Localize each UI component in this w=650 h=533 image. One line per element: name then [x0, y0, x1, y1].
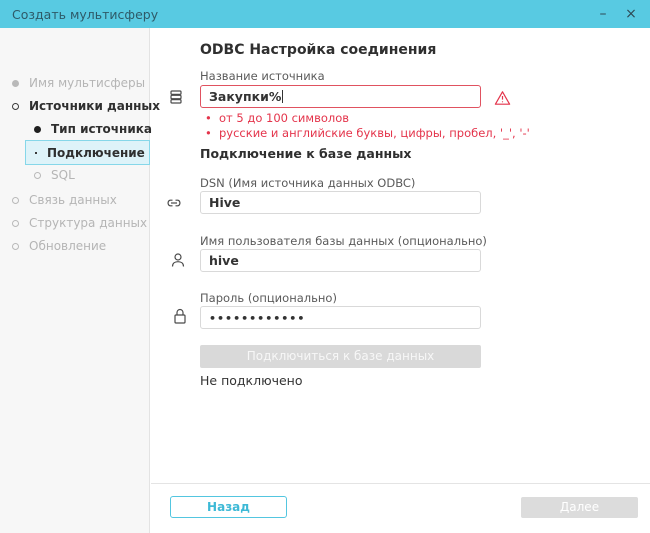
dsn-label: DSN (Имя источника данных ODBC) [200, 176, 415, 190]
validation-error-item: •от 5 до 100 символов [205, 111, 530, 126]
connection-status: Не подключено [200, 373, 302, 388]
sidebar-item-update[interactable]: Обновление [12, 238, 106, 254]
sidebar-item-sql[interactable]: SQL [34, 167, 75, 183]
sidebar-item-data-sources[interactable]: Источники данных [12, 98, 160, 114]
sidebar-item-label: Источники данных [29, 99, 160, 113]
window-title: Создать мультисферу [12, 7, 158, 22]
db-section-heading: Подключение к базе данных [200, 146, 411, 161]
minimize-icon[interactable]: – [592, 3, 614, 25]
wizard-steps-sidebar: Имя мультисферы Источники данных Тип ист… [0, 28, 150, 533]
back-button[interactable]: Назад [170, 496, 287, 518]
link-icon [164, 193, 184, 213]
sidebar-item-multisphere-name[interactable]: Имя мультисферы [12, 75, 145, 91]
validation-error-item: •русские и английские буквы, цифры, проб… [205, 126, 530, 141]
step-bullet-icon [12, 243, 19, 250]
user-icon [168, 250, 188, 270]
password-label: Пароль (опционально) [200, 291, 337, 305]
source-name-input[interactable]: Закупки% [200, 85, 481, 108]
step-bullet-icon [12, 80, 19, 87]
step-bullet-icon [12, 197, 19, 204]
password-value: •••••••••••• [209, 312, 305, 325]
sidebar-item-label: Подключение [47, 146, 145, 160]
sidebar-item-data-link[interactable]: Связь данных [12, 192, 117, 208]
footer-divider [151, 483, 650, 484]
db-stack-icon [166, 87, 186, 107]
step-bullet-icon [12, 220, 19, 227]
sidebar-item-label: Обновление [29, 239, 106, 253]
titlebar: Создать мультисферу – × [0, 0, 650, 28]
password-input[interactable]: •••••••••••• [200, 306, 481, 329]
dsn-value: Hive [209, 195, 240, 210]
source-name-value: Закупки% [209, 89, 281, 104]
validation-errors: •от 5 до 100 символов •русские и английс… [205, 111, 530, 141]
username-input[interactable]: hive [200, 249, 481, 272]
sidebar-item-label: Тип источника [51, 122, 152, 136]
lock-icon [170, 306, 190, 326]
step-bullet-icon [35, 152, 37, 154]
close-icon[interactable]: × [620, 3, 642, 25]
sidebar-item-data-structure[interactable]: Структура данных [12, 215, 147, 231]
step-bullet-icon [12, 103, 19, 110]
page-title: ODBC Настройка соединения [200, 42, 436, 58]
create-multisphere-dialog: Создать мультисферу – × Имя мультисферы … [0, 0, 650, 533]
connect-database-button[interactable]: Подключиться к базе данных [200, 345, 481, 368]
warning-triangle-icon [492, 88, 512, 108]
step-bullet-icon [34, 172, 41, 179]
dsn-input[interactable]: Hive [200, 191, 481, 214]
username-label: Имя пользователя базы данных (опциональн… [200, 234, 487, 248]
source-name-label: Название источника [200, 69, 325, 83]
text-caret [282, 90, 283, 103]
sidebar-item-label: Связь данных [29, 193, 117, 207]
sidebar-item-source-type[interactable]: Тип источника [34, 121, 152, 137]
next-button[interactable]: Далее [521, 497, 638, 518]
sidebar-item-label: SQL [51, 168, 75, 182]
username-value: hive [209, 253, 239, 268]
sidebar-item-connection[interactable]: Подключение [25, 140, 150, 165]
step-bullet-icon [34, 126, 41, 133]
sidebar-item-label: Структура данных [29, 216, 147, 230]
sidebar-item-label: Имя мультисферы [29, 76, 145, 90]
